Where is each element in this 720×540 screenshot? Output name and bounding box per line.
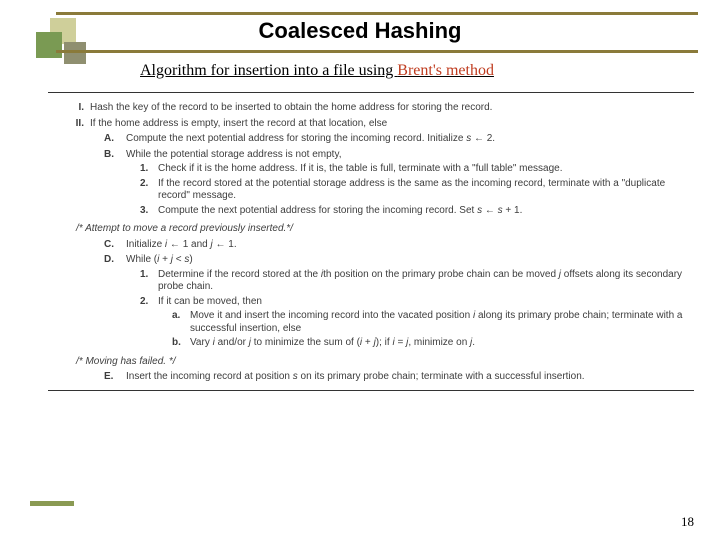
- square-icon: [64, 42, 86, 64]
- algo-item-E: E. Insert the incoming record at positio…: [52, 371, 690, 384]
- label: B.: [52, 149, 126, 162]
- text: If the home address is empty, insert the…: [90, 118, 690, 131]
- algorithm-block: I. Hash the key of the record to be inse…: [48, 92, 694, 391]
- title-underline: [56, 50, 698, 53]
- text: Hash the key of the record to be inserte…: [90, 102, 690, 115]
- label: b.: [52, 337, 190, 350]
- algo-item-II: II. If the home address is empty, insert…: [52, 118, 690, 131]
- subtitle-prefix: Algorithm for insertion into a file usin…: [140, 62, 397, 79]
- algo-item-I: I. Hash the key of the record to be inse…: [52, 102, 690, 115]
- text: While the potential storage address is n…: [126, 149, 690, 162]
- text: If it can be moved, then: [158, 296, 690, 309]
- algo-comment-2: /* Moving has failed. */: [76, 356, 690, 369]
- algo-item-B1: 1. Check if it is the home address. If i…: [52, 163, 690, 176]
- label: a.: [52, 310, 190, 335]
- label: II.: [52, 118, 90, 131]
- text: Compute the next potential address for s…: [158, 205, 690, 218]
- text: Check if it is the home address. If it i…: [158, 163, 690, 176]
- algo-item-D2: 2. If it can be moved, then: [52, 296, 690, 309]
- text: If the record stored at the potential st…: [158, 178, 690, 203]
- algo-item-B2: 2. If the record stored at the potential…: [52, 178, 690, 203]
- label: I.: [52, 102, 90, 115]
- algo-item-B: B. While the potential storage address i…: [52, 149, 690, 162]
- algo-item-D2b: b. Vary i and/or j to minimize the sum o…: [52, 337, 690, 350]
- label: 1.: [52, 269, 158, 294]
- text: Determine if the record stored at the it…: [158, 269, 690, 294]
- text: Insert the incoming record at position s…: [126, 371, 690, 384]
- label: 2.: [52, 178, 158, 203]
- label: 3.: [52, 205, 158, 218]
- text: While (i + j < s): [126, 254, 690, 267]
- label: E.: [52, 371, 126, 384]
- bottom-accent-bar: [30, 501, 74, 506]
- algo-item-C: C. Initialize i ← 1 and j ← 1.: [52, 239, 690, 252]
- algo-comment-1: /* Attempt to move a record previously i…: [76, 223, 690, 236]
- label: A.: [52, 133, 126, 146]
- top-rule: [56, 12, 698, 15]
- label: 1.: [52, 163, 158, 176]
- subtitle: Algorithm for insertion into a file usin…: [140, 62, 494, 80]
- label: C.: [52, 239, 126, 252]
- algo-item-D1: 1. Determine if the record stored at the…: [52, 269, 690, 294]
- slide: Coalesced Hashing Algorithm for insertio…: [0, 0, 720, 540]
- algo-item-D: D. While (i + j < s): [52, 254, 690, 267]
- page-title: Coalesced Hashing: [0, 18, 720, 44]
- label: D.: [52, 254, 126, 267]
- text: Compute the next potential address for s…: [126, 133, 690, 146]
- algo-item-A: A. Compute the next potential address fo…: [52, 133, 690, 146]
- algo-item-B3: 3. Compute the next potential address fo…: [52, 205, 690, 218]
- subtitle-highlight: Brent's method: [397, 62, 494, 79]
- algo-item-D2a: a. Move it and insert the incoming recor…: [52, 310, 690, 335]
- text: Initialize i ← 1 and j ← 1.: [126, 239, 690, 252]
- label: 2.: [52, 296, 158, 309]
- page-number: 18: [681, 514, 694, 530]
- text: Move it and insert the incoming record i…: [190, 310, 690, 335]
- text: Vary i and/or j to minimize the sum of (…: [190, 337, 690, 350]
